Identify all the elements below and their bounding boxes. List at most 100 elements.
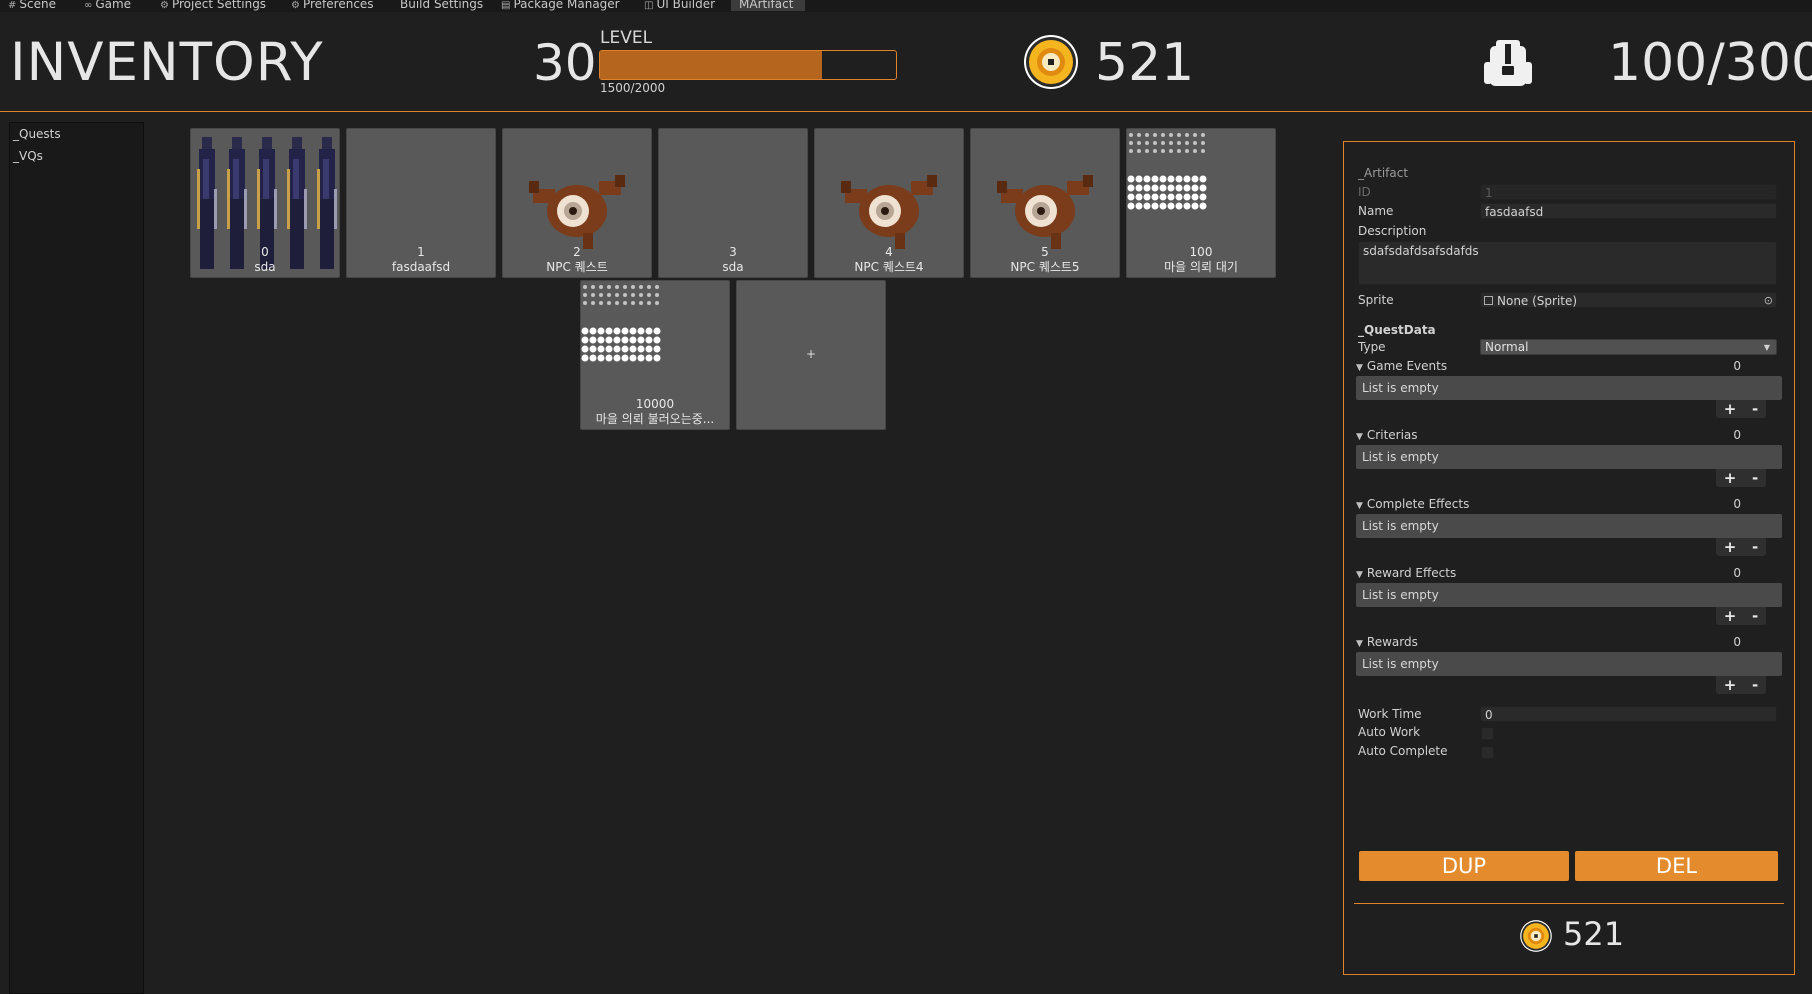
add-card-button[interactable]: + [736, 280, 886, 430]
list-empty-box: List is empty [1356, 514, 1782, 538]
sprite-field[interactable]: None (Sprite) ⊙ [1480, 292, 1777, 308]
auto-work-checkbox[interactable] [1481, 727, 1494, 740]
auto-work-label: Auto Work [1358, 725, 1421, 739]
list-label: Reward Effects [1366, 566, 1457, 580]
card-id: 3 [729, 245, 737, 259]
tab-label: Project Settings [171, 0, 267, 11]
game-icon: ∞ [84, 0, 93, 11]
tab-package-manager[interactable]: ▤ Package Manager [501, 0, 620, 12]
sidebar-item-vqs[interactable]: _VQs [10, 145, 143, 167]
artifact-card[interactable]: 3 sda [658, 128, 808, 278]
add-item-button[interactable]: + [1724, 400, 1737, 418]
sidebar: _Quests _VQs [9, 122, 144, 994]
artifact-card[interactable]: 100 마을 의뢰 대기 [1126, 128, 1276, 278]
list-count[interactable]: 0 [1733, 497, 1741, 511]
list-add-remove: + - [1716, 469, 1766, 487]
remove-item-button[interactable]: - [1752, 538, 1758, 556]
name-field[interactable]: fasdaafsd [1480, 203, 1777, 219]
tab-label: Package Manager [513, 0, 620, 11]
description-field[interactable]: sdafsdafdsafsdafds [1358, 241, 1777, 285]
auto-complete-checkbox[interactable] [1481, 746, 1494, 759]
list-empty-box: List is empty [1356, 445, 1782, 469]
type-dropdown[interactable]: Normal ▼ [1480, 339, 1777, 355]
card-id: 1 [417, 245, 425, 259]
panel-coin-count: 521 [1563, 915, 1625, 953]
artifact-card[interactable]: 10000 마을 의뢰 불러오는중... [580, 280, 730, 430]
list-label: Criterias [1366, 428, 1418, 442]
foldout-triangle-icon[interactable]: ▼ [1356, 432, 1363, 442]
add-item-button[interactable]: + [1724, 676, 1737, 694]
gear-icon: ⚙ [160, 0, 169, 11]
artifact-card[interactable]: 4 NPC 퀘스트4 [814, 128, 964, 278]
list-add-remove: + - [1716, 538, 1766, 556]
id-field: 1 [1480, 184, 1777, 200]
questdata-heading: _QuestData [1358, 323, 1436, 337]
tab-project-settings[interactable]: ⚙ Project Settings [160, 0, 266, 12]
list-header[interactable]: ▼ Game Events 0 [1356, 359, 1777, 375]
list-empty-box: List is empty [1356, 583, 1782, 607]
foldout-triangle-icon[interactable]: ▼ [1356, 363, 1363, 373]
foldout-triangle-icon[interactable]: ▼ [1356, 639, 1363, 649]
tab-preferences[interactable]: ⚙ Preferences [291, 0, 374, 12]
tab-game[interactable]: ∞ Game [84, 0, 131, 12]
artifact-card[interactable]: 5 NPC 퀘스트5 [970, 128, 1120, 278]
foldout-triangle-icon[interactable]: ▼ [1356, 501, 1363, 511]
card-name: NPC 퀘스트4 [854, 260, 924, 274]
type-value: Normal [1485, 340, 1529, 354]
package-icon: ▤ [501, 0, 511, 11]
backpack-icon [1484, 40, 1532, 86]
card-id: 10000 [635, 397, 675, 411]
card-id: 0 [261, 245, 269, 259]
list-header[interactable]: ▼ Criterias 0 [1356, 428, 1777, 444]
list-add-remove: + - [1716, 400, 1766, 418]
description-label: Description [1358, 224, 1427, 238]
tab-martifact[interactable]: MArtifact [731, 0, 806, 11]
list-add-remove: + - [1716, 676, 1766, 694]
tab-ui-builder[interactable]: ◫ UI Builder [644, 0, 715, 12]
divider [1354, 903, 1784, 904]
add-item-button[interactable]: + [1724, 538, 1737, 556]
remove-item-button[interactable]: - [1752, 469, 1758, 487]
scene-icon: # [8, 0, 17, 11]
inventory-capacity: 100/300 [1608, 33, 1812, 93]
add-item-button[interactable]: + [1724, 469, 1737, 487]
remove-item-button[interactable]: - [1752, 607, 1758, 625]
remove-item-button[interactable]: - [1752, 400, 1758, 418]
list-header[interactable]: ▼ Rewards 0 [1356, 635, 1777, 651]
dup-button[interactable]: DUP [1359, 851, 1569, 881]
add-item-button[interactable]: + [1724, 607, 1737, 625]
chevron-down-icon: ▼ [1763, 343, 1770, 352]
artifact-card[interactable]: 0 sda [190, 128, 340, 278]
card-name: 마을 의뢰 대기 [1164, 260, 1238, 274]
page-title: INVENTORY [10, 32, 324, 93]
type-label: Type [1358, 340, 1386, 354]
tab-scene[interactable]: # Scene [8, 0, 56, 12]
card-name: NPC 퀘스트 [546, 260, 608, 274]
list-count[interactable]: 0 [1733, 428, 1741, 442]
plus-icon: + [805, 347, 817, 361]
coin-count: 521 [1095, 33, 1195, 93]
del-button[interactable]: DEL [1575, 851, 1778, 881]
id-label: ID [1358, 185, 1371, 199]
list-add-remove: + - [1716, 607, 1766, 625]
card-name: fasdaafsd [391, 260, 451, 274]
xp-text: 1500/2000 [600, 81, 666, 95]
object-picker-icon[interactable]: ⊙ [1764, 293, 1773, 309]
list-header[interactable]: ▼ Reward Effects 0 [1356, 566, 1777, 582]
sidebar-item-quests[interactable]: _Quests [10, 123, 143, 145]
artifact-card[interactable]: 2 NPC 퀘스트 [502, 128, 652, 278]
list-count[interactable]: 0 [1733, 359, 1741, 373]
artifact-card[interactable]: 1 fasdaafsd [346, 128, 496, 278]
card-name: 마을 의뢰 불러오는중... [595, 412, 715, 426]
foldout-triangle-icon[interactable]: ▼ [1356, 570, 1363, 580]
tab-build-settings[interactable]: Build Settings [400, 0, 483, 11]
coin-icon [1520, 920, 1552, 952]
list-header[interactable]: ▼ Complete Effects 0 [1356, 497, 1777, 513]
remove-item-button[interactable]: - [1752, 676, 1758, 694]
list-empty-box: List is empty [1356, 376, 1782, 400]
work-time-field[interactable]: 0 [1480, 706, 1777, 722]
list-count[interactable]: 0 [1733, 566, 1741, 580]
card-name: NPC 퀘스트5 [1010, 260, 1080, 274]
artifact-inspector-panel: _Artifact ID 1 Name fasdaafsd Descriptio… [1343, 141, 1795, 975]
list-count[interactable]: 0 [1733, 635, 1741, 649]
